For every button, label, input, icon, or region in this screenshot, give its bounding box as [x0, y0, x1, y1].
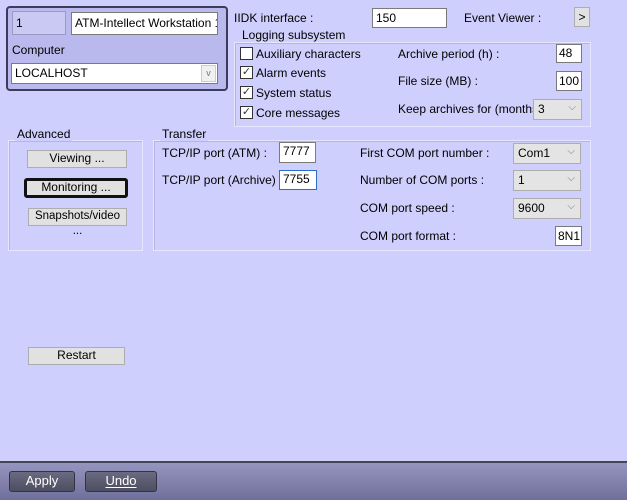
event-viewer-label: Event Viewer :: [464, 11, 542, 25]
com-speed-label: COM port speed :: [360, 201, 455, 215]
restart-button[interactable]: Restart: [28, 347, 125, 365]
auxiliary-checkbox[interactable]: [240, 47, 253, 60]
workstation-name-field[interactable]: ATM-Intellect Workstation 1: [71, 12, 218, 35]
logging-title: Logging subsystem: [240, 28, 348, 42]
keep-archives-select[interactable]: 3 ⌵: [533, 99, 582, 120]
tcp-atm-label: TCP/IP port (ATM) :: [162, 146, 267, 160]
file-size-field[interactable]: 100: [556, 71, 582, 91]
iidk-label: IIDK interface :: [234, 11, 314, 25]
chevron-down-icon: ⌵: [567, 146, 575, 157]
num-com-select[interactable]: 1 ⌵: [513, 170, 581, 191]
com-format-label: COM port format :: [360, 229, 457, 243]
workstation-id-field[interactable]: 1: [12, 11, 66, 35]
computer-label: Computer: [12, 43, 65, 57]
archive-period-field[interactable]: 48: [556, 44, 582, 63]
auxiliary-label: Auxiliary characters: [256, 47, 361, 61]
com-format-field[interactable]: 8N1: [555, 226, 582, 246]
monitoring-button[interactable]: Monitoring ...: [24, 178, 128, 198]
system-status-checkbox[interactable]: ✓: [240, 86, 253, 99]
com-speed-value: 9600: [518, 201, 545, 215]
undo-button[interactable]: Undo: [85, 471, 157, 492]
transfer-title: Transfer: [160, 127, 209, 141]
first-com-value: Com1: [518, 146, 551, 160]
alarm-events-checkbox[interactable]: ✓: [240, 66, 253, 79]
chevron-down-icon: ⌵: [568, 102, 576, 113]
com-speed-select[interactable]: 9600 ⌵: [513, 198, 581, 219]
num-com-value: 1: [518, 173, 525, 187]
keep-archives-label: Keep archives for (months) :: [398, 102, 549, 116]
apply-button[interactable]: Apply: [9, 471, 75, 492]
chevron-down-icon: ⌵: [567, 201, 575, 212]
system-status-label: System status: [256, 86, 332, 100]
chevron-down-icon[interactable]: v: [201, 65, 216, 82]
archive-period-label: Archive period (h) :: [398, 47, 500, 61]
computer-value: LOCALHOST: [15, 66, 88, 80]
computer-combo[interactable]: LOCALHOST v: [11, 63, 218, 84]
first-com-label: First COM port number :: [360, 146, 490, 160]
alarm-events-label: Alarm events: [256, 66, 327, 80]
snapshots-video-button[interactable]: Snapshots/video ...: [28, 208, 127, 237]
event-viewer-button[interactable]: >: [574, 7, 590, 27]
tcp-atm-field[interactable]: 7777: [279, 142, 316, 163]
undo-label: Undo: [105, 473, 137, 488]
advanced-title: Advanced: [15, 127, 73, 141]
core-messages-checkbox[interactable]: ✓: [240, 106, 253, 119]
core-messages-label: Core messages: [256, 106, 341, 120]
tcp-archive-label: TCP/IP port (Archive) :: [162, 173, 283, 187]
viewing-button[interactable]: Viewing ...: [27, 150, 127, 168]
tcp-archive-field[interactable]: 7755: [279, 170, 317, 190]
first-com-select[interactable]: Com1 ⌵: [513, 143, 581, 164]
file-size-label: File size (MB) :: [398, 74, 479, 88]
keep-archives-value: 3: [538, 102, 545, 116]
iidk-field[interactable]: 150: [372, 8, 447, 28]
chevron-down-icon: ⌵: [567, 173, 575, 184]
num-com-label: Number of COM ports :: [360, 173, 485, 187]
